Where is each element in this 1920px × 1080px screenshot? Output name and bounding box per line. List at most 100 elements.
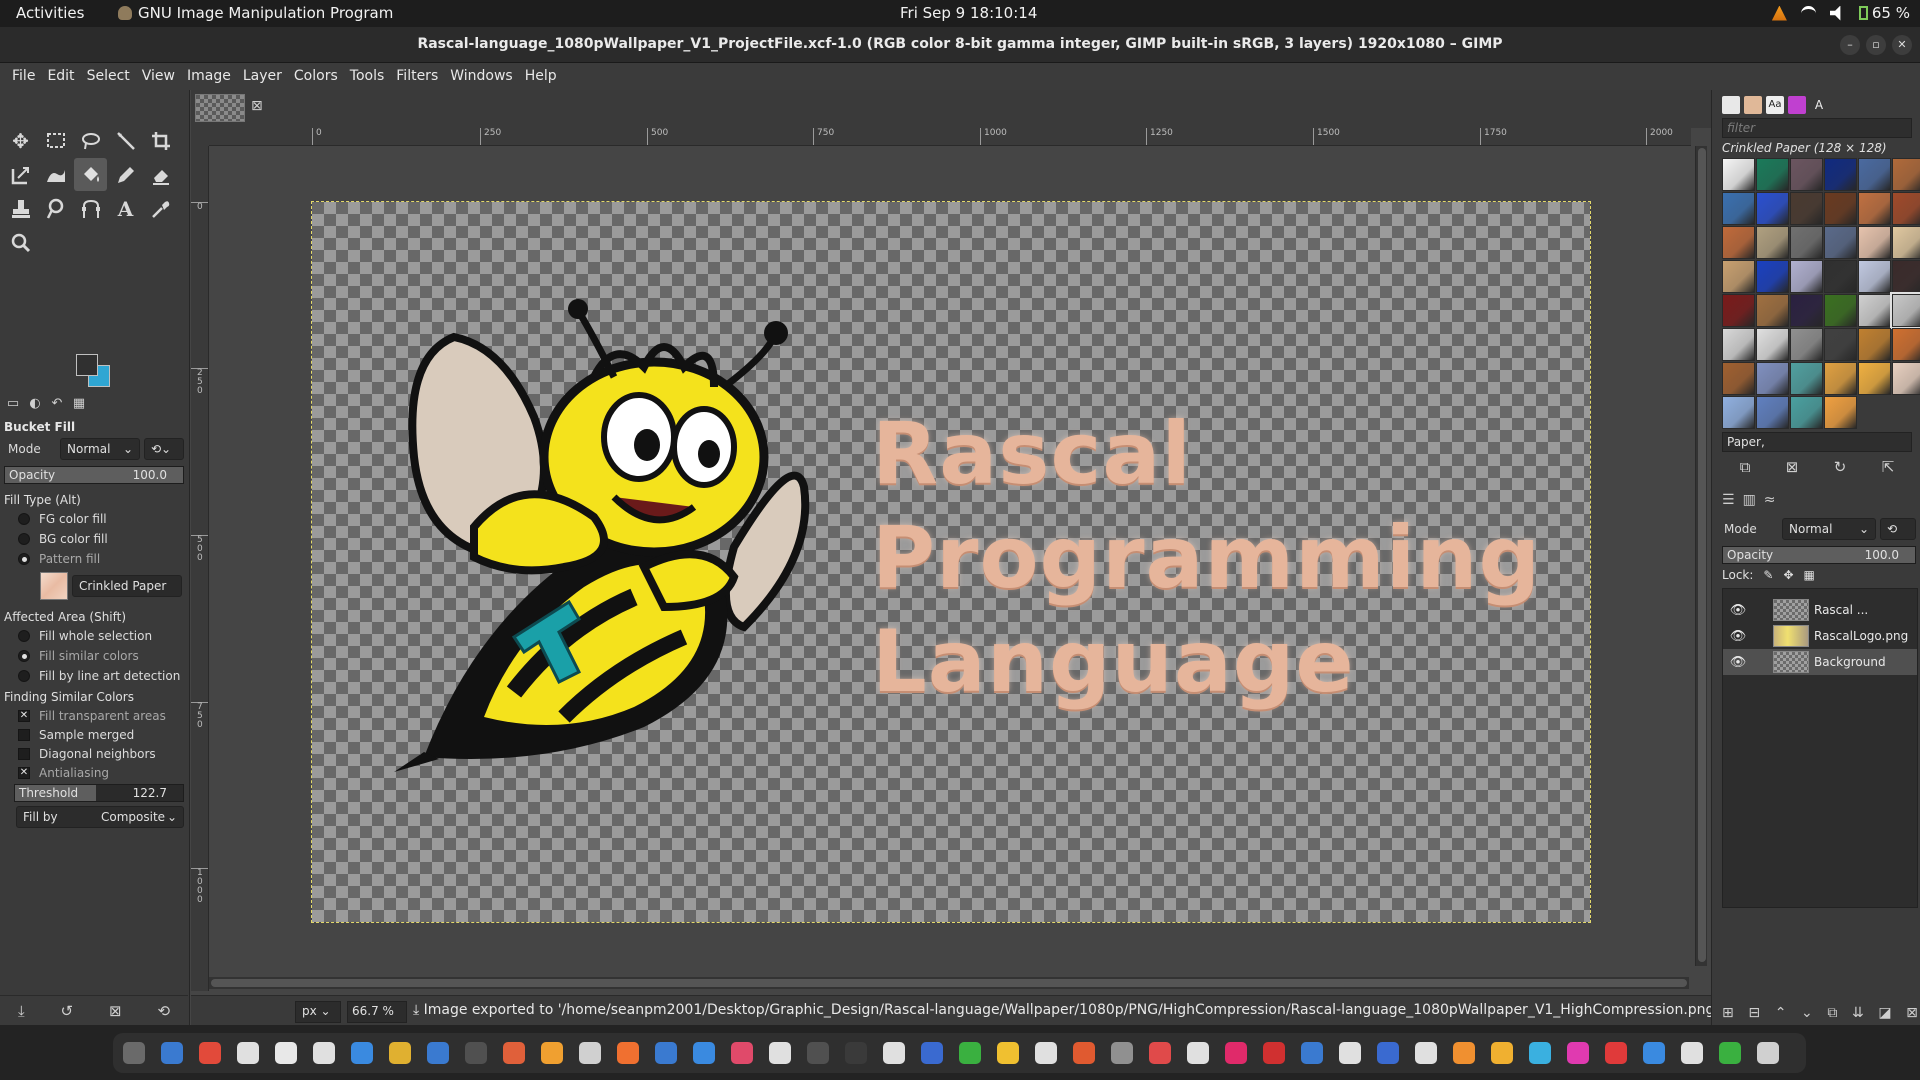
pattern-swatch[interactable] — [1858, 192, 1891, 225]
window-title-bar[interactable]: Rascal-language_1080pWallpaper_V1_Projec… — [0, 27, 1920, 63]
radio-fg-color-fill[interactable]: FG color fill — [18, 512, 107, 526]
pattern-swatch[interactable] — [1790, 260, 1823, 293]
dock-app-icon[interactable] — [1149, 1042, 1171, 1064]
delete-pattern-icon[interactable]: ⊠ — [1786, 458, 1799, 476]
delete-layer-icon[interactable]: ⊠ — [1906, 1005, 1918, 1021]
lock-alpha-icon[interactable]: ▦ — [1804, 568, 1815, 582]
gradients-tab-icon[interactable] — [1788, 96, 1806, 114]
dock-app-icon[interactable] — [1681, 1042, 1703, 1064]
menu-image[interactable]: Image — [181, 63, 237, 90]
pattern-swatch[interactable] — [1790, 328, 1823, 361]
system-tray[interactable]: 65 % — [1771, 4, 1910, 22]
pattern-swatch[interactable] — [1722, 396, 1755, 429]
vlc-tray-icon[interactable] — [1771, 5, 1787, 21]
dock-app-icon[interactable] — [199, 1042, 221, 1064]
pattern-swatch[interactable] — [1824, 294, 1857, 327]
mask-layer-icon[interactable]: ◪ — [1878, 1005, 1891, 1021]
layer-mode-select[interactable]: Normal ⌄ — [1782, 518, 1876, 540]
dock-app-icon[interactable] — [845, 1042, 867, 1064]
text-tool-icon[interactable]: A — [109, 192, 142, 225]
fonts-tab-icon[interactable]: Aa — [1766, 96, 1784, 114]
pattern-swatch[interactable] — [1790, 158, 1823, 191]
duplicate-pattern-icon[interactable]: ⧉ — [1740, 458, 1751, 476]
color-picker-tool-icon[interactable] — [144, 192, 177, 225]
menu-filters[interactable]: Filters — [390, 63, 444, 90]
dock-app-icon[interactable] — [1301, 1042, 1323, 1064]
dock-app-icon[interactable] — [541, 1042, 563, 1064]
zoom-tool-icon[interactable] — [4, 226, 37, 259]
dock-app-icon[interactable] — [1415, 1042, 1437, 1064]
dock-app-icon[interactable] — [1111, 1042, 1133, 1064]
pencil-tool-icon[interactable] — [109, 158, 142, 191]
eraser-tool-icon[interactable] — [144, 158, 177, 191]
eye-icon[interactable]: 👁 — [1723, 655, 1753, 670]
layers-tab-icon[interactable]: ☰ — [1722, 492, 1735, 508]
dock-app-icon[interactable] — [579, 1042, 601, 1064]
battery-indicator[interactable]: 65 % — [1858, 4, 1910, 22]
threshold-slider[interactable]: Threshold 122.7 — [14, 784, 184, 802]
pattern-swatch[interactable] — [1858, 226, 1891, 259]
image-tab-thumbnail[interactable] — [195, 94, 245, 122]
pattern-swatch[interactable] — [1722, 226, 1755, 259]
pattern-swatch[interactable] — [1892, 362, 1920, 395]
foreground-color-swatch[interactable] — [76, 354, 98, 376]
dock-app-icon[interactable] — [1643, 1042, 1665, 1064]
check-diagonal-neighbors[interactable]: Diagonal neighbors — [18, 747, 156, 761]
pattern-swatch[interactable] — [1722, 294, 1755, 327]
dock-app-icon[interactable] — [313, 1042, 335, 1064]
dock-app-icon[interactable] — [617, 1042, 639, 1064]
volume-icon[interactable] — [1829, 5, 1841, 21]
close-window-button[interactable]: ✕ — [1892, 35, 1912, 55]
horizontal-scrollbar[interactable] — [209, 977, 1689, 989]
opacity-slider[interactable]: Opacity 100.0 — [4, 466, 184, 484]
dock-app-icon[interactable] — [1757, 1042, 1779, 1064]
dock-app-icon[interactable] — [883, 1042, 905, 1064]
fg-bg-colors[interactable] — [72, 352, 116, 392]
pattern-swatch[interactable] — [1756, 362, 1789, 395]
dock-app-icon[interactable] — [731, 1042, 753, 1064]
dock-app-icon[interactable] — [237, 1042, 259, 1064]
radio-bg-color-fill[interactable]: BG color fill — [18, 532, 108, 546]
dock-app-icon[interactable] — [1719, 1042, 1741, 1064]
pattern-swatch[interactable] — [1722, 362, 1755, 395]
move-tool-icon[interactable]: ✥ — [4, 124, 37, 157]
dock-app-icon[interactable] — [1529, 1042, 1551, 1064]
pattern-swatch[interactable] — [1722, 192, 1755, 225]
mode-select[interactable]: Normal ⌄ — [60, 438, 140, 460]
bucket-fill-tool-icon[interactable] — [74, 158, 107, 191]
menu-view[interactable]: View — [136, 63, 181, 90]
layer-mode-reset[interactable]: ⟲ — [1880, 518, 1916, 540]
restore-options-icon[interactable]: ↺ — [61, 1002, 74, 1020]
lower-layer-icon[interactable]: ⌄ — [1801, 1005, 1813, 1021]
pattern-swatch[interactable] — [1890, 292, 1920, 329]
check-sample-merged[interactable]: Sample merged — [18, 728, 134, 742]
zoom-select[interactable]: 66.7 % ⌄ — [347, 1001, 407, 1032]
pattern-swatch[interactable] — [1892, 260, 1920, 293]
pattern-swatch[interactable] — [1756, 328, 1789, 361]
open-pattern-icon[interactable]: ⇱ — [1882, 458, 1895, 476]
pattern-swatch[interactable] — [1892, 328, 1920, 361]
vertical-ruler[interactable]: 0 2 5 0 5 0 0 7 5 0 1 0 0 0 — [191, 146, 209, 991]
image-canvas[interactable]: Rascal Programming Language — [311, 201, 1591, 923]
raise-layer-icon[interactable]: ⌃ — [1775, 1005, 1787, 1021]
horizontal-ruler[interactable]: 0 250 500 750 1000 1250 1500 1750 2000 — [209, 128, 1691, 146]
rect-select-tool-icon[interactable] — [39, 124, 72, 157]
layer-opacity-slider[interactable]: Opacity 100.0 — [1722, 546, 1916, 564]
pattern-swatch[interactable] — [1756, 260, 1789, 293]
new-group-icon[interactable]: ⊟ — [1748, 1005, 1760, 1021]
scale-tool-icon[interactable] — [4, 158, 37, 191]
pattern-filter-input[interactable]: filter — [1722, 118, 1912, 138]
dock-app-icon[interactable] — [1339, 1042, 1361, 1064]
dock-app-icon[interactable] — [921, 1042, 943, 1064]
dock-app-icon[interactable] — [275, 1042, 297, 1064]
images-tab-icon[interactable]: ▦ — [70, 396, 88, 414]
undo-history-tab-icon[interactable]: ↶ — [48, 396, 66, 414]
layer-row[interactable]: 👁 Rascal ... — [1723, 597, 1917, 623]
dock-app-icon[interactable] — [1453, 1042, 1475, 1064]
pattern-swatch[interactable] — [1858, 328, 1891, 361]
pattern-swatch[interactable] — [1722, 158, 1755, 191]
dock-app-icon[interactable] — [123, 1042, 145, 1064]
merge-layer-icon[interactable]: ⇊ — [1852, 1005, 1864, 1021]
mode-reset-button[interactable]: ⟲⌄ — [144, 438, 184, 460]
eye-icon[interactable]: 👁 — [1723, 603, 1753, 618]
